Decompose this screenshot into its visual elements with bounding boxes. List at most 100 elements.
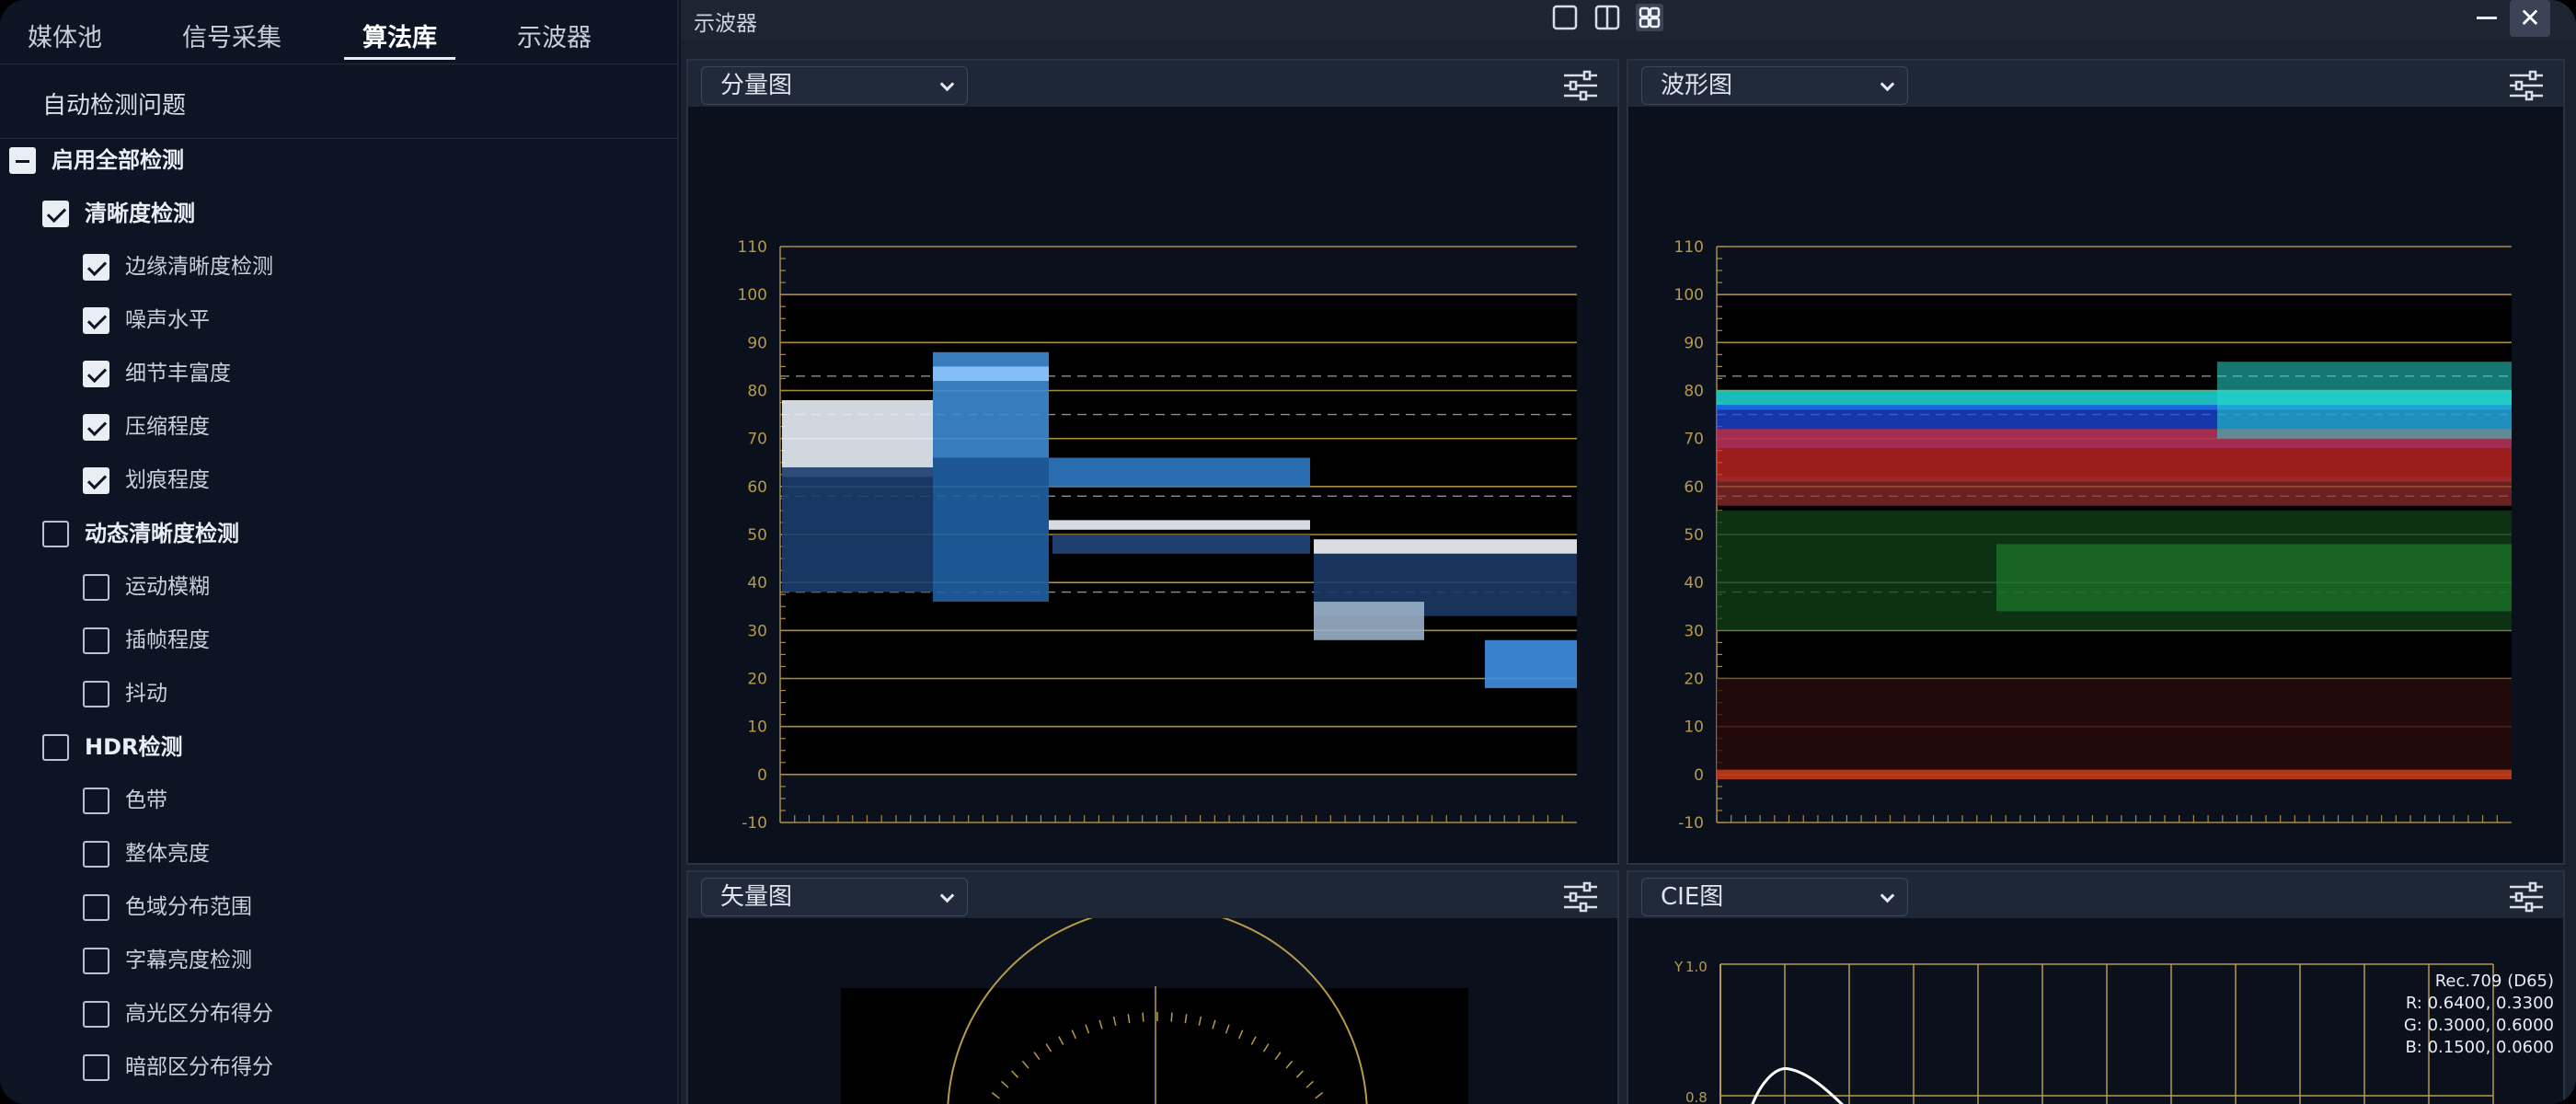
cie-settings-icon[interactable] xyxy=(2508,881,2545,913)
parade-trace xyxy=(1485,639,1577,688)
checkbox-7[interactable] xyxy=(42,521,69,547)
detection-label-6: 划痕程度 xyxy=(125,468,210,492)
vectorscope-tick xyxy=(1170,1012,1173,1022)
detection-label-3: 噪声水平 xyxy=(125,308,210,332)
waveform-tick-label: 100 xyxy=(1674,286,1704,305)
parade-tick-label: 60 xyxy=(747,478,767,497)
detection-label-8: 运动模糊 xyxy=(125,575,210,599)
checkbox-6[interactable] xyxy=(83,467,109,494)
detection-label-12: 色带 xyxy=(125,788,167,812)
parade-trace xyxy=(1314,602,1424,640)
checkbox-0[interactable] xyxy=(9,147,36,174)
cie-primary-r: R: 0.6400, 0.3300 xyxy=(2406,994,2554,1013)
parade-dropdown-label: 分量图 xyxy=(720,72,793,99)
detection-label-13: 整体亮度 xyxy=(125,842,210,866)
tab-oscilloscope[interactable]: 示波器 xyxy=(517,0,592,64)
vector-dropdown-label: 矢量图 xyxy=(720,883,793,911)
waveform-header: 波形图 xyxy=(1628,61,2563,107)
layout-quad-icon[interactable] xyxy=(1636,4,1663,31)
checkbox-9[interactable] xyxy=(83,627,109,654)
checkbox-1[interactable] xyxy=(42,201,69,227)
tab-media-pool[interactable]: 媒体池 xyxy=(28,0,102,64)
checkbox-14[interactable] xyxy=(83,894,109,921)
vector-header: 矢量图 xyxy=(688,872,1617,918)
cie-panel: CIE图 Y 1.0 0.8 Rec.709 (D65) R: 0.6400, … xyxy=(1627,870,2565,1104)
waveform-tick-label: 40 xyxy=(1684,574,1704,592)
vector-dropdown[interactable]: 矢量图 xyxy=(701,878,968,916)
waveform-tick-label: 50 xyxy=(1684,526,1704,545)
checkbox-4[interactable] xyxy=(83,361,109,387)
waveform-tick-label: 30 xyxy=(1684,622,1704,640)
app-window: 媒体池 信号采集 算法库 示波器 自动检测问题 启用全部检测 清晰度检测 边缘清晰度… xyxy=(0,0,2576,1104)
chevron-down-icon xyxy=(939,888,955,903)
checkbox-10[interactable] xyxy=(83,681,109,707)
checkbox-13[interactable] xyxy=(83,841,109,868)
waveform-tick-label: -10 xyxy=(1678,814,1704,833)
cie-spectral-locus xyxy=(1751,1067,1845,1104)
checkbox-12[interactable] xyxy=(83,788,109,814)
vectorscope-area xyxy=(841,988,1468,1104)
cie-y-tick-second: 0.8 xyxy=(1685,1089,1708,1104)
close-button[interactable]: ✕ xyxy=(2510,0,2550,37)
top-tabs: 媒体池 信号采集 算法库 示波器 xyxy=(0,0,679,64)
parade-tick-label: 50 xyxy=(747,526,767,545)
checkbox-8[interactable] xyxy=(83,574,109,601)
parade-panel: 分量图 110 100 90 80 70 60 50 40 30 20 10 0 -10 xyxy=(686,59,1619,865)
waveform-trace xyxy=(1996,544,2512,612)
auto-detect-title: 自动检测问题 xyxy=(42,92,187,120)
parade-trace xyxy=(1314,539,1577,554)
checkbox-5[interactable] xyxy=(83,414,109,441)
layout-split-icon[interactable] xyxy=(1593,4,1621,31)
parade-tick-label: 40 xyxy=(747,574,767,592)
divider xyxy=(0,138,679,139)
detection-label-5: 压缩程度 xyxy=(125,415,210,439)
detection-label-11: HDR检测 xyxy=(85,734,183,760)
checkbox-2[interactable] xyxy=(83,254,109,281)
checkbox-15[interactable] xyxy=(83,948,109,974)
detection-label-14: 色域分布范围 xyxy=(125,895,252,919)
parade-trace xyxy=(933,366,1049,382)
parade-dropdown[interactable]: 分量图 xyxy=(701,66,968,105)
cie-dropdown[interactable]: CIE图 xyxy=(1641,878,1908,916)
waveform-trace xyxy=(1717,769,2512,780)
cie-y-axis-label: Y xyxy=(1673,959,1684,975)
scope-side-strip xyxy=(2565,40,2576,1104)
checkbox-16[interactable] xyxy=(83,1001,109,1028)
waveform-settings-icon[interactable] xyxy=(2508,70,2545,101)
tab-signal-capture[interactable]: 信号采集 xyxy=(182,0,282,64)
cie-primary-b: B: 0.1500, 0.0600 xyxy=(2405,1038,2554,1057)
waveform-tick-label: 20 xyxy=(1684,671,1704,689)
checkbox-17[interactable] xyxy=(83,1054,109,1081)
vectorscope xyxy=(841,918,1468,1104)
scope-window: 示波器 ✕ 分量图 110 100 90 80 70 60 50 40 30 20 10 0 -10 波… xyxy=(681,0,2576,1104)
cie-header: CIE图 xyxy=(1628,872,2563,918)
minimize-button[interactable] xyxy=(2467,0,2504,37)
detection-label-1: 清晰度检测 xyxy=(85,201,195,226)
waveform-panel: 波形图 110 100 90 80 70 60 50 40 30 20 10 0 -10 xyxy=(1627,59,2565,865)
waveform-trace xyxy=(2217,362,2512,439)
cie-primary-g: G: 0.3000, 0.6000 xyxy=(2404,1016,2554,1035)
parade-tick-label: 30 xyxy=(747,622,767,640)
tab-algorithm-library[interactable]: 算法库 xyxy=(344,0,455,64)
detection-label-2: 边缘清晰度检测 xyxy=(125,255,273,279)
algorithm-library-panel: 媒体池 信号采集 算法库 示波器 自动检测问题 启用全部检测 清晰度检测 边缘清晰度… xyxy=(0,0,679,1104)
vector-settings-icon[interactable] xyxy=(1562,881,1599,913)
waveform-dropdown[interactable]: 波形图 xyxy=(1641,66,1908,105)
cie-grid xyxy=(1719,963,2494,1104)
detection-label-10: 抖动 xyxy=(125,682,167,706)
checkbox-11[interactable] xyxy=(42,734,69,761)
parade-trace xyxy=(782,399,933,477)
cie-y-tick-top: 1.0 xyxy=(1685,959,1708,975)
parade-settings-icon[interactable] xyxy=(1562,70,1599,101)
parade-trace xyxy=(1049,457,1310,487)
waveform-scope: 1101009080706050403020100-10 xyxy=(1674,238,2512,833)
detection-label-15: 字幕亮度检测 xyxy=(125,949,252,972)
layout-single-icon[interactable] xyxy=(1551,4,1579,31)
parade-trace xyxy=(782,466,933,592)
scope-window-title: 示波器 xyxy=(694,12,757,36)
cie-diagram: Y 1.0 0.8 Rec.709 (D65) R: 0.6400, 0.330… xyxy=(1673,959,2554,1104)
parade-tick-label: 100 xyxy=(738,286,767,305)
detection-label-16: 高光区分布得分 xyxy=(125,1002,273,1026)
checkbox-3[interactable] xyxy=(83,307,109,334)
chevron-down-icon xyxy=(1880,888,1895,903)
